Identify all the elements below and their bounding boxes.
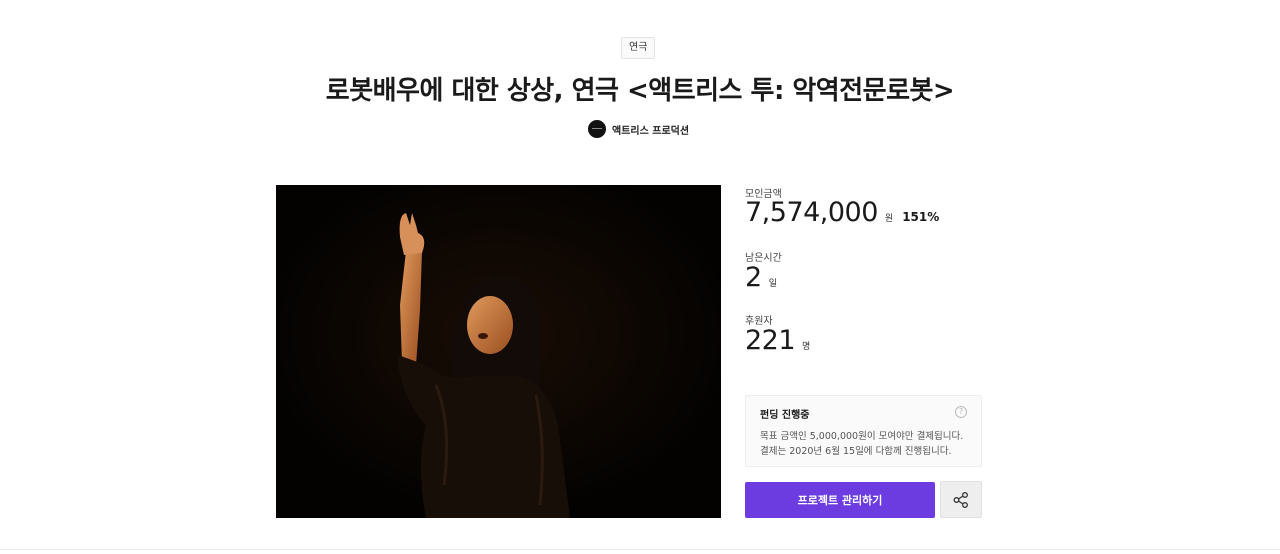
funding-status-title: 펀딩 진행중 — [760, 410, 810, 421]
category-tag[interactable]: 연극 — [621, 37, 656, 59]
project-title: 로봇배우에 대한 상상, 연극 <액트리스 투: 악역전문로봇> — [325, 76, 955, 106]
time-value: 2 — [745, 262, 762, 293]
creator-avatar[interactable] — [588, 120, 606, 138]
section-divider — [0, 549, 1280, 550]
raised-amount: 7,574,000 — [745, 197, 878, 228]
backers-value: 221 — [745, 325, 796, 356]
manage-project-button[interactable]: 프로젝트 관리하기 — [745, 482, 935, 518]
backers-row: 221 명 — [745, 325, 810, 356]
creator-info[interactable]: 액트리스 프로덕션 — [588, 120, 689, 138]
time-row: 2 일 — [745, 262, 777, 293]
raised-unit: 원 — [884, 214, 894, 224]
share-icon — [953, 491, 968, 508]
performer-photo — [276, 185, 721, 518]
funding-info-box: 펀딩 진행중 목표 금액인 5,000,000원이 모여야만 결제됩니다. 결제… — [745, 395, 982, 467]
share-button[interactable] — [940, 481, 982, 518]
raised-row: 7,574,000 원 151% — [745, 197, 939, 228]
backers-unit: 명 — [802, 342, 811, 352]
raised-percent: 151% — [902, 210, 940, 224]
funding-goal-text: 목표 금액인 5,000,000원이 모여야만 결제됩니다. — [760, 431, 964, 442]
project-main-image — [276, 185, 721, 518]
help-icon[interactable]: ? — [955, 406, 967, 418]
time-unit: 일 — [768, 279, 777, 289]
payment-date-text: 결제는 2020년 6월 15일에 다함께 진행됩니다. — [760, 446, 952, 457]
project-page: 연극 로봇배우에 대한 상상, 연극 <액트리스 투: 악역전문로봇> 액트리스… — [0, 0, 1280, 554]
creator-name[interactable]: 액트리스 프로덕션 — [612, 122, 689, 137]
